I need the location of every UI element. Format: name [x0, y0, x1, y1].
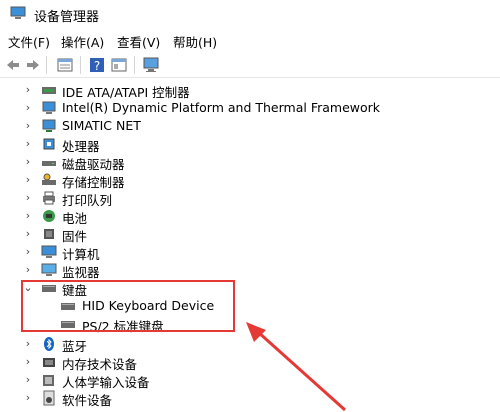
annotation-arrow-icon: [246, 322, 347, 412]
